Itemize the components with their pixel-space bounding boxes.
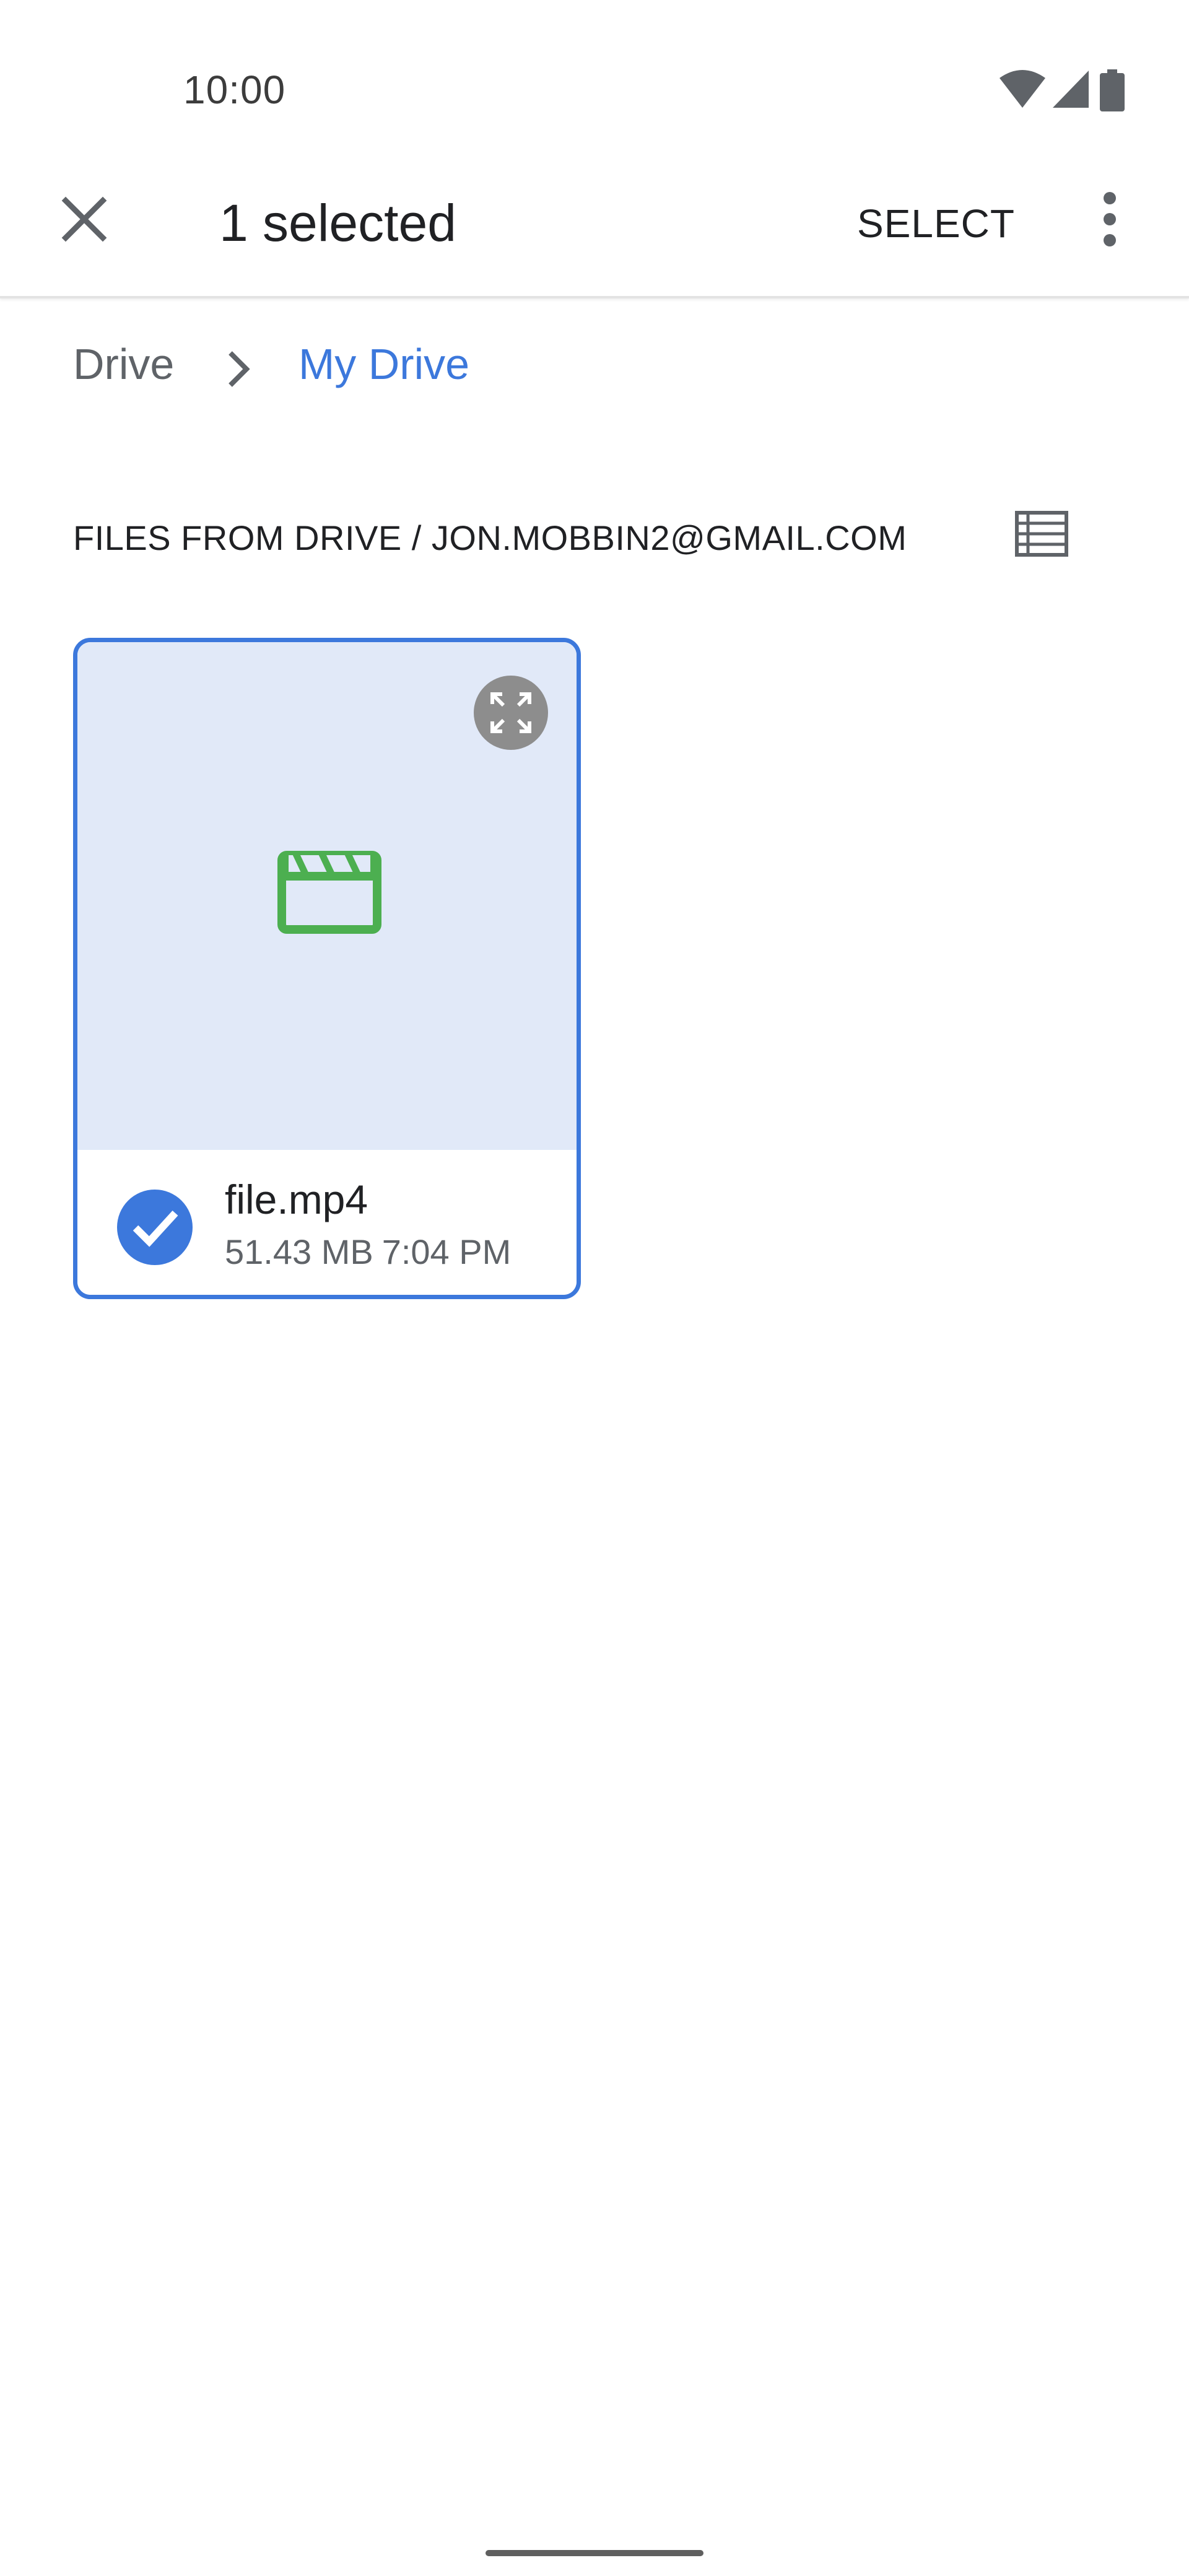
file-preview[interactable] [77,642,577,1150]
home-indicator[interactable] [486,2550,703,2556]
chevron-right-icon [229,351,250,387]
breadcrumb-drive[interactable]: Drive [73,339,174,389]
fullscreen-icon [490,692,531,733]
file-size: 51.43 MB [225,1232,373,1271]
file-meta: 51.43 MB 7:04 PM [225,1232,511,1272]
file-name: file.mp4 [225,1177,368,1222]
signal-icon [1053,71,1089,108]
wifi-icon [1000,70,1045,108]
video-clapperboard-icon [277,851,381,934]
more-vert-icon [1104,192,1116,246]
page-title: 1 selected [219,194,456,252]
check-icon [133,1210,178,1247]
select-button[interactable]: SELECT [857,201,1015,246]
selected-checkmark[interactable] [117,1190,193,1265]
list-view-icon [1015,511,1068,557]
expand-preview-button[interactable] [474,676,548,750]
file-time: 7:04 PM [381,1232,512,1271]
file-info: file.mp4 51.43 MB 7:04 PM [77,1150,577,1295]
status-bar: 10:00 [0,0,1189,161]
close-icon [61,196,107,242]
list-view-button[interactable] [1013,508,1070,560]
close-button[interactable] [50,185,119,254]
more-options-button[interactable] [1084,182,1136,256]
breadcrumb-my-drive[interactable]: My Drive [298,339,469,389]
battery-icon [1100,69,1125,111]
file-card[interactable]: file.mp4 51.43 MB 7:04 PM [73,638,581,1299]
status-time: 10:00 [183,67,286,112]
section-header: FILES FROM DRIVE / JON.MOBBIN2@GMAIL.COM [73,518,907,557]
app-bar: 1 selected SELECT [0,161,1189,298]
